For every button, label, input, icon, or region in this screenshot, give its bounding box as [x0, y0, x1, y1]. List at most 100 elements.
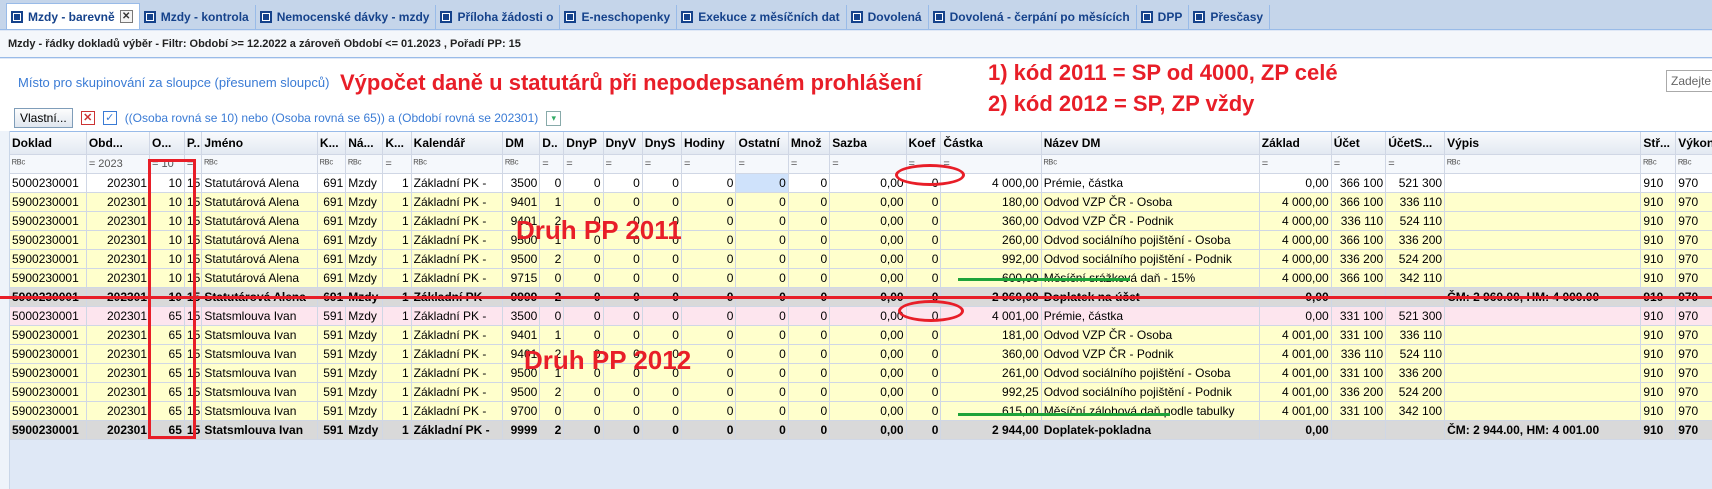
table-cell[interactable]: 2: [539, 344, 565, 364]
table-cell[interactable]: 0: [735, 363, 789, 383]
table-cell[interactable]: 1: [382, 211, 412, 231]
table-cell[interactable]: 910: [1640, 268, 1677, 288]
table-cell[interactable]: Mzdy: [345, 173, 384, 193]
table-cell[interactable]: 261,00: [940, 363, 1042, 383]
table-cell[interactable]: Statsmlouva Ivan: [201, 382, 318, 402]
table-cell[interactable]: Odvod sociálního pojištění - Podnik: [1041, 382, 1260, 402]
table-cell[interactable]: Mzdy: [345, 287, 384, 307]
table-cell[interactable]: [1444, 325, 1642, 345]
column-header[interactable]: DnyS: [642, 132, 682, 155]
table-cell[interactable]: 10: [149, 192, 185, 212]
table-cell[interactable]: 202301: [86, 192, 151, 212]
table-cell[interactable]: 970: [1675, 401, 1712, 421]
table-cell[interactable]: 0: [603, 287, 643, 307]
table-cell[interactable]: 3500: [502, 306, 541, 326]
table-cell[interactable]: 5900230001: [10, 363, 87, 383]
table-cell[interactable]: 5000230001: [10, 173, 87, 193]
table-cell[interactable]: 970: [1675, 344, 1712, 364]
table-cell[interactable]: 0: [603, 382, 643, 402]
column-header[interactable]: Jméno: [201, 132, 318, 155]
column-header[interactable]: Ostatní: [735, 132, 789, 155]
table-cell[interactable]: 0,00: [829, 173, 907, 193]
table-cell[interactable]: 4 001,00: [940, 306, 1042, 326]
table-cell[interactable]: 0: [681, 382, 737, 402]
table-cell[interactable]: 0,00: [829, 401, 907, 421]
column-header[interactable]: Koef: [906, 132, 942, 155]
table-cell[interactable]: 0: [563, 249, 604, 269]
table-row[interactable]: 5900230001 202301 10 15 Statutárová Alena 691…: [10, 268, 1712, 288]
table-cell[interactable]: Statsmlouva Ivan: [201, 344, 318, 364]
table-cell[interactable]: 1: [382, 230, 412, 250]
table-cell[interactable]: 331 100: [1331, 363, 1387, 383]
table-cell[interactable]: 1: [539, 192, 565, 212]
tab-6[interactable]: Dovolená: [847, 5, 929, 29]
table-cell[interactable]: 0,00: [829, 287, 907, 307]
column-filter-cell[interactable]: =: [642, 154, 682, 174]
table-cell[interactable]: 65: [149, 363, 185, 383]
table-cell[interactable]: 65: [149, 325, 185, 345]
table-cell[interactable]: 15: [184, 230, 203, 250]
table-cell[interactable]: 524 200: [1385, 382, 1446, 402]
table-cell[interactable]: 970: [1675, 420, 1712, 440]
table-cell[interactable]: 0: [642, 363, 682, 383]
table-cell[interactable]: 0: [563, 306, 604, 326]
table-cell[interactable]: 1: [539, 363, 565, 383]
table-cell[interactable]: 600,00: [940, 268, 1042, 288]
table-cell[interactable]: 202301: [86, 268, 151, 288]
table-cell[interactable]: 1: [382, 306, 412, 326]
table-cell[interactable]: Mzdy: [345, 344, 384, 364]
table-cell[interactable]: 5900230001: [10, 230, 87, 250]
table-cell[interactable]: 3500: [502, 173, 541, 193]
table-cell[interactable]: 5900230001: [10, 287, 87, 307]
table-cell[interactable]: 5900230001: [10, 382, 87, 402]
table-cell[interactable]: 0: [603, 211, 643, 231]
table-cell[interactable]: 15: [184, 382, 203, 402]
table-cell[interactable]: 4 000,00: [1259, 192, 1332, 212]
tab-7[interactable]: Dovolená - čerpání po měsících: [929, 5, 1137, 29]
table-cell[interactable]: 0: [563, 420, 604, 440]
table-cell[interactable]: 1: [382, 192, 412, 212]
table-cell[interactable]: 970: [1675, 363, 1712, 383]
table-cell[interactable]: 5000230001: [10, 306, 87, 326]
table-cell[interactable]: 15: [184, 249, 203, 269]
table-cell[interactable]: 691: [317, 287, 347, 307]
table-cell[interactable]: 521 300: [1385, 173, 1446, 193]
table-cell[interactable]: 0: [735, 211, 789, 231]
table-cell[interactable]: 5900230001: [10, 249, 87, 269]
table-cell[interactable]: Odvod VZP ČR - Osoba: [1041, 192, 1260, 212]
table-row[interactable]: 5900230001 202301 65 15 Statsmlouva Ivan 591 M…: [10, 401, 1712, 421]
table-cell[interactable]: 0: [735, 249, 789, 269]
table-cell[interactable]: 0: [681, 249, 737, 269]
table-cell[interactable]: 2: [539, 287, 565, 307]
column-header[interactable]: Základ: [1259, 132, 1332, 155]
table-cell[interactable]: 202301: [86, 306, 151, 326]
table-cell[interactable]: 591: [317, 325, 347, 345]
column-filter-cell[interactable]: ᴿᴮᶜ: [1041, 154, 1260, 174]
table-cell[interactable]: Statutárová Alena: [201, 192, 318, 212]
table-cell[interactable]: 15: [184, 306, 203, 326]
table-cell[interactable]: 5900230001: [10, 420, 87, 440]
column-filter-cell[interactable]: ᴿᴮᶜ: [1675, 154, 1712, 174]
table-cell[interactable]: 0: [563, 287, 604, 307]
table-cell[interactable]: 0: [603, 268, 643, 288]
table-cell[interactable]: 0: [906, 363, 942, 383]
table-cell[interactable]: 5900230001: [10, 268, 87, 288]
table-cell[interactable]: 0: [539, 306, 565, 326]
table-cell[interactable]: Mzdy: [345, 211, 384, 231]
table-cell[interactable]: 970: [1675, 173, 1712, 193]
table-cell[interactable]: 9500: [502, 249, 541, 269]
table-cell[interactable]: Prémie, částka: [1041, 173, 1260, 193]
table-cell[interactable]: 9700: [502, 401, 541, 421]
table-cell[interactable]: 0: [603, 306, 643, 326]
table-cell[interactable]: 1: [382, 287, 412, 307]
table-cell[interactable]: 0: [563, 382, 604, 402]
table-cell[interactable]: Statutárová Alena: [201, 268, 318, 288]
table-cell[interactable]: 2 960,00: [940, 287, 1042, 307]
column-filter-cell[interactable]: =: [382, 154, 412, 174]
table-cell[interactable]: Mzdy: [345, 325, 384, 345]
table-cell[interactable]: 336 110: [1331, 344, 1387, 364]
table-cell[interactable]: 0: [642, 192, 682, 212]
column-filter-cell[interactable]: =: [563, 154, 604, 174]
table-cell[interactable]: 4 001,00: [1259, 344, 1332, 364]
table-cell[interactable]: 336 110: [1331, 211, 1387, 231]
